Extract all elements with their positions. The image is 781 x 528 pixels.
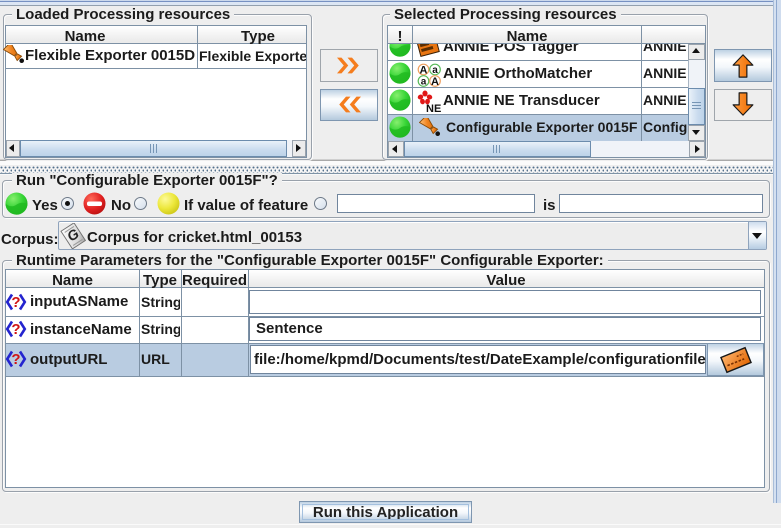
svg-text:A: A bbox=[431, 76, 439, 88]
svg-text:?: ? bbox=[11, 294, 20, 311]
svg-text:a: a bbox=[432, 65, 438, 76]
svg-text:?: ? bbox=[11, 351, 20, 368]
svg-text:NE: NE bbox=[426, 103, 441, 115]
svg-text:a: a bbox=[421, 77, 427, 88]
svg-text:A: A bbox=[420, 65, 428, 77]
svg-text:?: ? bbox=[11, 321, 20, 338]
